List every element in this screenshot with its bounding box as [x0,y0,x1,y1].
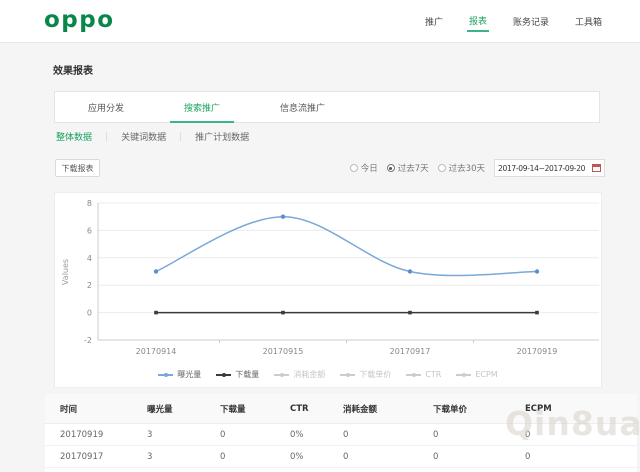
column-header: 时间 [45,394,147,424]
tab-信息流推广[interactable]: 信息流推广 [280,92,325,122]
page-title: 效果报表 [53,62,93,77]
nav-item-账务记录[interactable]: 账务记录 [511,11,551,32]
svg-text:20170917: 20170917 [390,347,431,356]
preset-radio-label: 过去7天 [398,162,429,174]
preset-radio-今日[interactable]: 今日 [350,162,378,174]
series-line-曝光量 [156,217,537,276]
radio-circle-icon [350,164,358,172]
legend-label: ECPM [475,370,497,379]
data-subtabs: 整体数据 | 关键词数据 | 推广计划数据 [56,130,249,143]
column-header: 消耗金额 [343,394,433,424]
table-cell: 0 [220,446,290,468]
tab-搜索推广[interactable]: 搜索推广 [184,92,220,122]
svg-text:20170914: 20170914 [136,347,177,356]
column-header: ECPM [525,394,637,424]
table-cell: 3 [147,446,220,468]
legend-item-消耗金额[interactable]: 消耗金额 [274,369,325,380]
legend-label: 消耗金额 [293,369,325,380]
legend-marker-icon [406,371,421,378]
table-cell: 0% [290,424,343,446]
svg-text:Values: Values [61,259,70,285]
table-row[interactable]: 20170919300%000 [45,424,637,446]
preset-radio-过去7天[interactable]: 过去7天 [387,162,429,174]
legend-item-曝光量[interactable]: 曝光量 [158,369,201,380]
oppo-ads-dashboard: oppo 推广 报表 账务记录 工具箱 效果报表 应用分发 搜索推广 信息流推广 整体数据… [0,0,640,472]
nav-item-工具箱[interactable]: 工具箱 [573,11,604,32]
download-report-button[interactable]: 下载报表 [55,159,100,177]
chart-legend: 曝光量 下载量 消耗金额 下载单价 CTR ECPM [55,369,601,380]
legend-marker-icon [274,371,289,378]
preset-radio-label: 过去30天 [449,162,485,174]
table-cell: 0 [433,424,525,446]
legend-label: 曝光量 [177,369,201,380]
legend-item-下载单价[interactable]: 下载单价 [340,369,391,380]
column-header: 下载单价 [433,394,525,424]
table-cell: 20170917 [45,446,147,468]
table-cell: 20170919 [45,424,147,446]
table-row[interactable]: 20170917300%000 [45,446,637,468]
subtab-关键词数据[interactable]: 关键词数据 [121,130,166,143]
table-cell: 0 [343,424,433,446]
legend-label: CTR [425,370,441,379]
radio-circle-icon [438,164,446,172]
legend-item-下载量[interactable]: 下载量 [216,369,259,380]
subtab-整体数据[interactable]: 整体数据 [56,130,92,143]
report-table-panel: 时间曝光量下载量CTR消耗金额下载单价ECPM20170919300%00020… [45,394,637,472]
report-tabs: 应用分发 搜索推广 信息流推广 [54,91,600,123]
preset-radio-label: 今日 [361,162,378,174]
column-header: 曝光量 [147,394,220,424]
column-header: 下载量 [220,394,290,424]
legend-item-CTR[interactable]: CTR [406,369,441,380]
date-preset-radios: 今日 过去7天 过去30天 [350,162,485,174]
top-nav: 推广 报表 账务记录 工具箱 [423,0,604,42]
table-header-row: 时间曝光量下载量CTR消耗金额下载单价ECPM [45,394,637,424]
svg-text:20170919: 20170919 [517,347,558,356]
tab-应用分发[interactable]: 应用分发 [88,92,124,122]
subtab-推广计划数据[interactable]: 推广计划数据 [195,130,249,143]
table-cell: 0 [525,424,637,446]
calendar-icon[interactable] [592,164,601,172]
table-cell: 0% [290,446,343,468]
svg-text:0: 0 [87,309,92,318]
svg-text:20170915: 20170915 [263,347,304,356]
radio-circle-icon [387,164,395,172]
table-cell: 0 [343,446,433,468]
nav-item-报表[interactable]: 报表 [467,10,489,32]
subtab-separator: | [105,132,108,142]
legend-label: 下载单价 [359,369,391,380]
date-range-value: 2017-09-14~2017-09-20 [498,164,585,173]
date-range-input[interactable]: 2017-09-14~2017-09-20 [494,159,605,177]
table-cell: 0 [525,446,637,468]
subtab-separator: | [179,132,182,142]
legend-marker-icon [340,371,355,378]
report-table: 时间曝光量下载量CTR消耗金额下载单价ECPM20170919300%00020… [45,394,637,468]
preset-radio-过去30天[interactable]: 过去30天 [438,162,485,174]
legend-marker-icon [456,371,471,378]
date-range-controls: 今日 过去7天 过去30天 2017-09-14~2017-09-20 [350,158,605,178]
legend-marker-icon [216,371,231,378]
oppo-logo[interactable]: oppo [44,7,115,33]
table-cell: 3 [147,424,220,446]
column-header: CTR [290,394,343,424]
table-cell: 0 [433,446,525,468]
table-cell: 0 [220,424,290,446]
top-header: oppo 推广 报表 账务记录 工具箱 [0,0,640,43]
chart-panel: 8 6 4 2 0 -2 20170914 20170915 20170917 20170919 V… [54,192,602,388]
legend-label: 下载量 [235,369,259,380]
svg-text:6: 6 [87,226,92,235]
nav-item-推广[interactable]: 推广 [423,11,445,32]
svg-text:4: 4 [87,254,92,263]
legend-item-ECPM[interactable]: ECPM [456,369,497,380]
svg-text:-2: -2 [84,336,92,345]
legend-marker-icon [158,371,173,378]
svg-text:8: 8 [87,199,92,208]
chart-svg: 8 6 4 2 0 -2 20170914 20170915 20170917 20170919 V… [55,193,601,363]
line-chart: 8 6 4 2 0 -2 20170914 20170915 20170917 20170919 V… [55,193,601,367]
svg-text:2: 2 [87,281,92,290]
